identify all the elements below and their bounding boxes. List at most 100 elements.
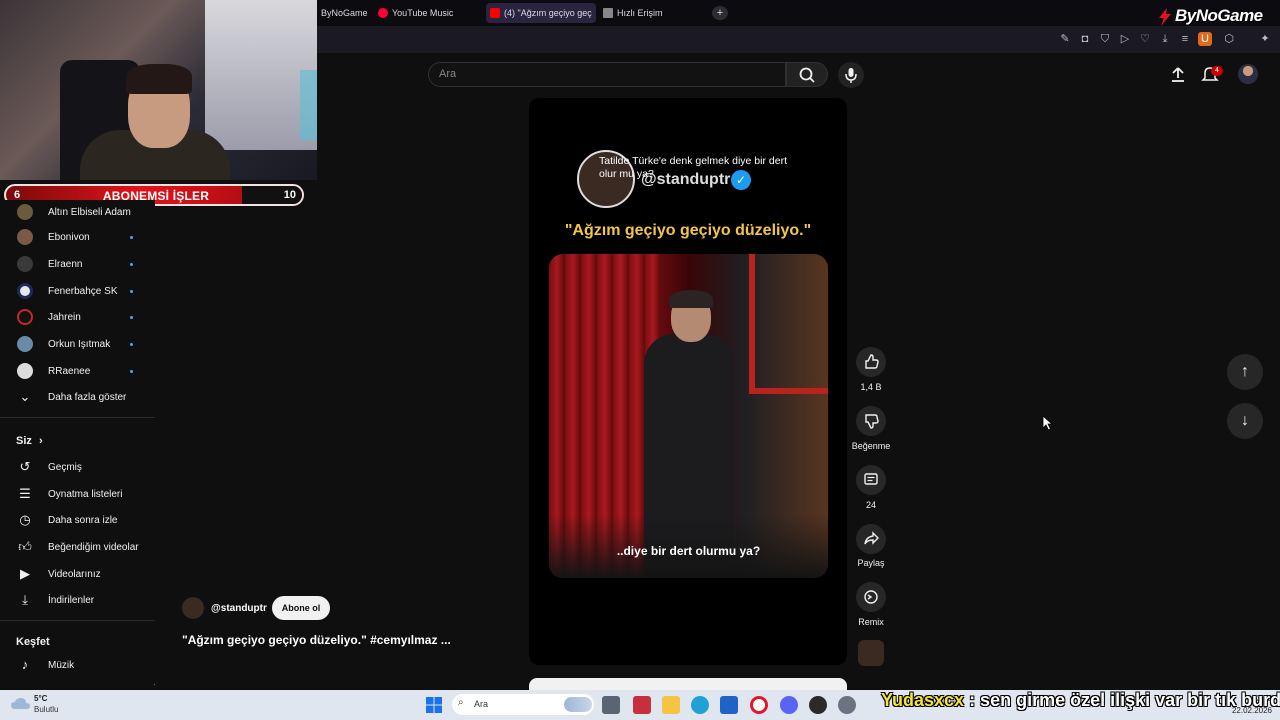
opera-icon[interactable] [750, 696, 768, 714]
search-highlight-image [564, 697, 592, 712]
dislike-button[interactable] [856, 406, 886, 436]
sidebar-scroll-chevron-icon[interactable]: ⌄ [152, 678, 155, 689]
sidebar-item-music[interactable]: ♪ Müzik [0, 653, 155, 677]
remix-button[interactable] [856, 582, 886, 612]
subscribe-button[interactable]: Abone ol [272, 596, 330, 620]
sidebar-item-rraenee[interactable]: RRaenee [0, 359, 155, 383]
tab-label: Hızlı Erişim [617, 8, 663, 18]
tab-youtube-video[interactable]: (4) "Ağzım geçiyo geç [486, 3, 596, 23]
sidebar-item-altin-elbiseli-adam[interactable]: Altın Elbiseli Adam [0, 200, 155, 224]
new-tab-button[interactable]: + [712, 6, 728, 20]
bynogame-logo-icon [1159, 8, 1171, 26]
tab-quick-access[interactable]: Hızlı Erişim [599, 3, 699, 23]
app-icon[interactable] [633, 696, 651, 714]
microphone-icon [845, 68, 857, 83]
store-icon[interactable] [720, 696, 738, 714]
search-button[interactable] [786, 62, 828, 87]
youtube-music-icon [378, 8, 388, 18]
channel-name[interactable]: @standuptr [211, 603, 267, 614]
windows-start-icon[interactable] [425, 696, 443, 714]
tab-label: (4) "Ağzım geçiyo geç [504, 8, 592, 18]
avatar [17, 256, 33, 272]
thumbs-up-icon [865, 354, 879, 369]
sidebar-item-fenerbahce[interactable]: Fenerbahçe SK [0, 279, 155, 303]
menu-icon[interactable]: ≡ [1178, 32, 1192, 46]
voice-search-button[interactable] [838, 62, 864, 88]
avatar [17, 363, 33, 379]
avatar [17, 204, 33, 220]
sidebar-item-label: Daha sonra izle [48, 514, 118, 526]
tweet-text: Tatilde Türke'e denk gelmek diye bir der… [599, 155, 787, 180]
sidebar-item-playlists[interactable]: ☰ Oynatma listeleri [0, 482, 155, 506]
comments-button[interactable] [856, 465, 886, 495]
sidebar-item-label: Ebonivon [48, 231, 90, 243]
download-icon[interactable]: ⤓ [1158, 32, 1172, 46]
new-content-dot [130, 289, 133, 293]
sidebar-item-history[interactable]: ↺ Geçmiş [0, 455, 155, 479]
task-view-icon[interactable] [602, 696, 620, 714]
previous-video-button[interactable]: ↑ [1227, 354, 1263, 390]
sidebar-item-watch-later[interactable]: ◷ Daha sonra izle [0, 508, 155, 532]
sidebar-item-ebonivon[interactable]: Ebonivon [0, 225, 155, 249]
obs-icon[interactable] [809, 696, 827, 714]
next-video-button[interactable]: ↓ [1227, 403, 1263, 439]
extension-icon[interactable]: U [1198, 32, 1212, 46]
camera-icon[interactable]: ◘ [1078, 32, 1092, 46]
next-video-preview[interactable] [529, 678, 847, 690]
taskbar-search-label: Ara [474, 699, 489, 709]
sidebar-item-elraenn[interactable]: Elraenn [0, 252, 155, 276]
new-content-dot [130, 235, 133, 239]
sidebar: Altın Elbiseli Adam Ebonivon Elraenn Fen… [0, 200, 155, 690]
channel-avatar[interactable] [182, 597, 204, 619]
avatar [17, 309, 33, 325]
tab-bynogame[interactable]: ByNoGame - Gele [317, 3, 369, 23]
play-icon[interactable]: ▷ [1118, 32, 1132, 46]
cube-icon[interactable]: ⬡ [1222, 32, 1236, 46]
remix-label: Remix [858, 617, 884, 627]
sidebar-item-label: Elraenn [48, 258, 83, 270]
sidebar-item-label: Orkun Işıtmak [48, 338, 111, 350]
search-icon: ⌕ [458, 697, 464, 708]
section-heading-you[interactable]: Siz › [16, 435, 43, 447]
upload-icon[interactable] [1168, 64, 1188, 84]
new-content-dot [130, 369, 133, 373]
mouse-cursor-icon [1042, 415, 1054, 431]
sidebar-item-your-videos[interactable]: ▶ Videolarınız [0, 562, 155, 586]
avatar [17, 336, 33, 352]
edit-icon[interactable]: ✎ [1058, 32, 1072, 46]
comment-count: 24 [865, 500, 876, 510]
sidebar-item-label: Fenerbahçe SK [48, 285, 118, 297]
plus-icon: + [716, 7, 724, 19]
sidebar-item-jahrein[interactable]: Jahrein [0, 305, 155, 329]
sidebar-item-label: RRaenee [48, 365, 91, 377]
discord-icon[interactable] [780, 696, 798, 714]
like-button[interactable] [856, 347, 886, 377]
video-subtitle: ..diye bir dert olurmu ya? [616, 544, 761, 558]
share-button[interactable] [856, 524, 886, 554]
sidebar-item-downloads[interactable]: ⤓ İndirilenler [0, 588, 155, 612]
ai-button[interactable]: ✦ [1254, 32, 1276, 46]
shield-icon[interactable]: ⛉ [1098, 32, 1112, 46]
sidebar-item-label: Videolarınız [48, 568, 101, 580]
share-icon [864, 531, 879, 545]
new-content-dot [130, 315, 133, 319]
chevron-right-icon: › [38, 435, 43, 447]
file-explorer-icon[interactable] [662, 696, 680, 714]
comedian-hair [669, 290, 713, 308]
tab-youtube-music[interactable]: YouTube Music [374, 3, 480, 23]
edge-icon[interactable] [691, 696, 709, 714]
settings-icon[interactable] [838, 696, 856, 714]
search-icon [799, 67, 815, 83]
show-more-button[interactable]: ⌄ Daha fazla göster [0, 385, 155, 409]
video-title[interactable]: "Ağzım geçiyo geçiyo düzeliyo." #cemyılm… [182, 633, 451, 647]
sidebar-item-liked-videos[interactable]: 👍︎ Beğendiğim videolar [0, 535, 155, 559]
sidebar-item-orkun-isitmak[interactable]: Orkun Işıtmak [0, 332, 155, 356]
video-player[interactable]: @standuptr ✓ Tatilde Türke'e denk gelmek… [529, 98, 847, 665]
sidebar-item-label: Geçmiş [48, 461, 82, 473]
channel-thumbnail[interactable] [858, 640, 884, 666]
webcam-light [300, 70, 317, 140]
avatar[interactable] [1238, 64, 1258, 84]
search-input[interactable]: Ara [428, 62, 786, 87]
tab-label: ByNoGame - Gele [321, 8, 369, 18]
heart-icon[interactable]: ♡ [1138, 32, 1152, 46]
